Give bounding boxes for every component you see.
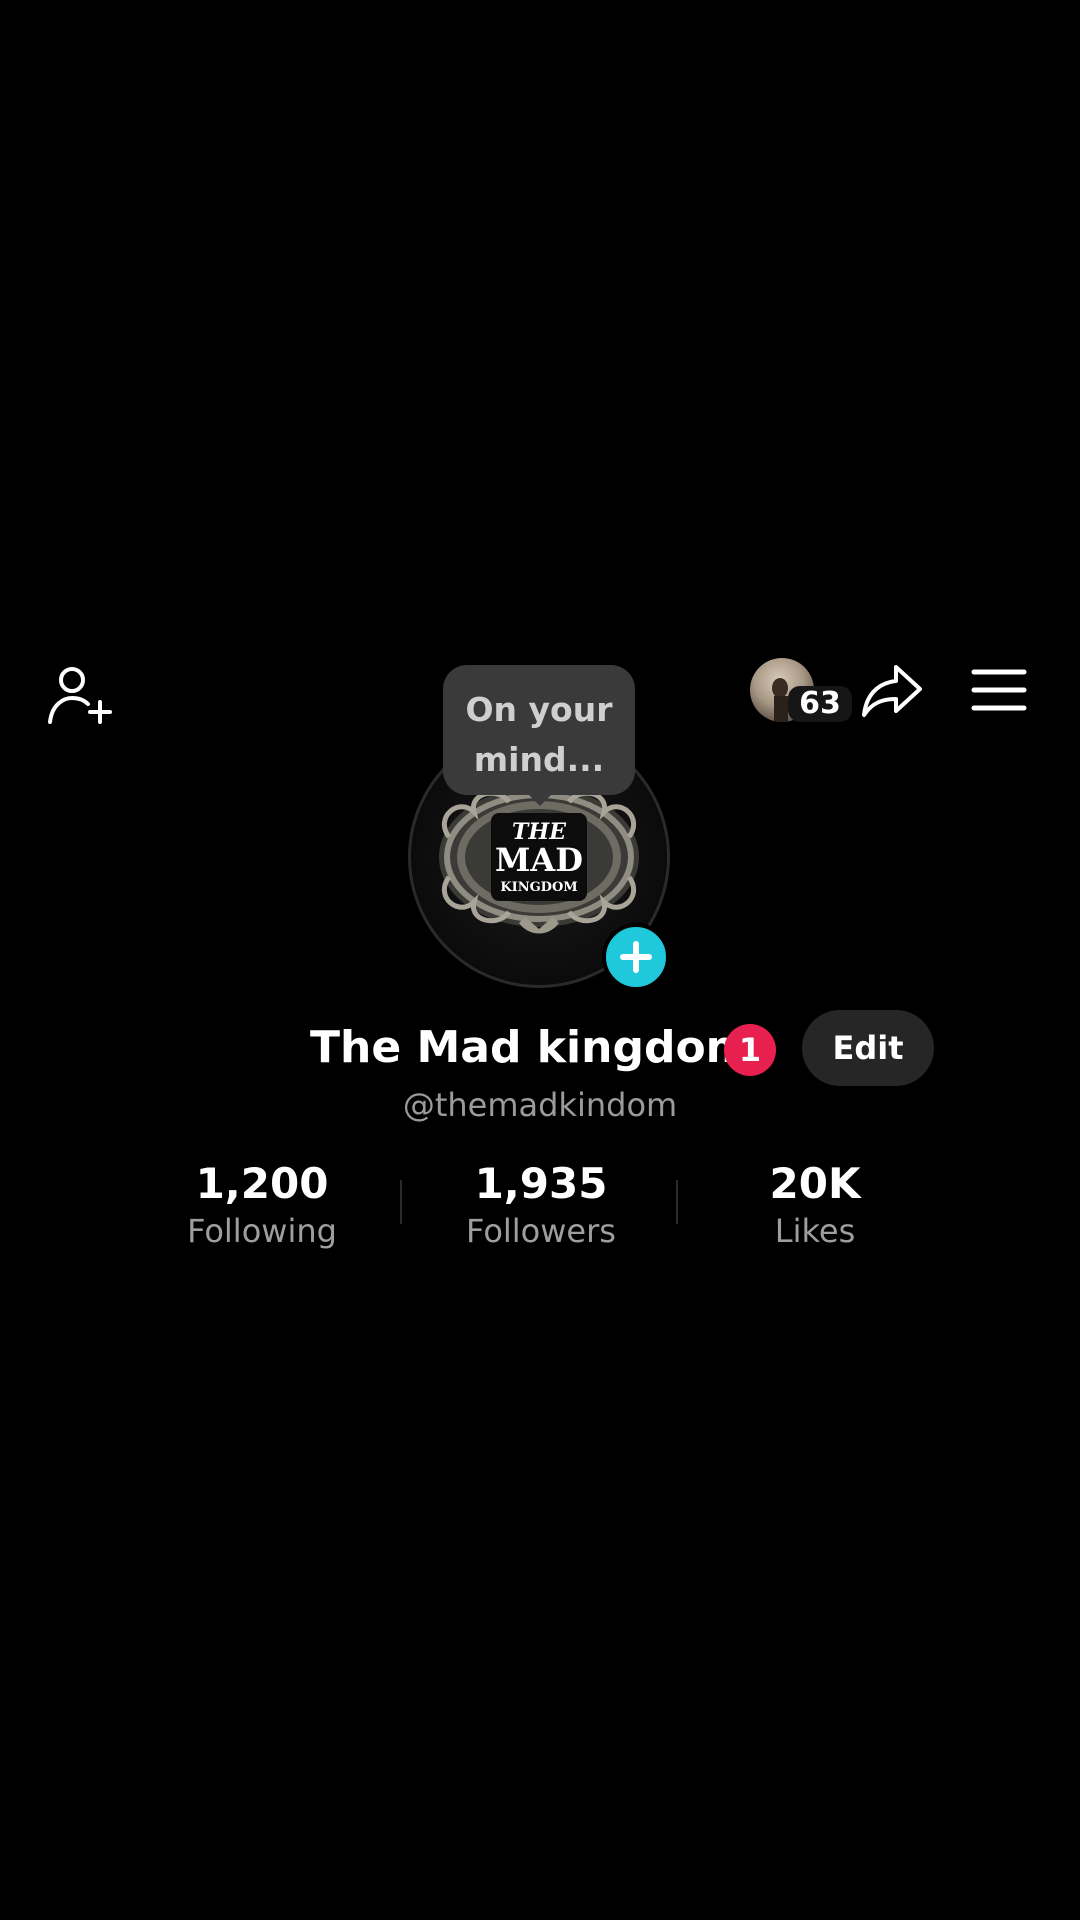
note-line-2: mind...: [473, 740, 605, 779]
add-friend-button[interactable]: [36, 656, 122, 736]
edit-profile-button[interactable]: Edit: [802, 1010, 934, 1086]
stat-divider: [400, 1180, 402, 1224]
stat-divider: [676, 1180, 678, 1224]
stat-followers[interactable]: 1,935 Followers: [421, 1158, 661, 1252]
share-arrow-icon: [862, 665, 922, 717]
stat-label: Likes: [774, 1212, 856, 1250]
stat-label: Following: [187, 1212, 337, 1250]
stat-value: 1,935: [474, 1159, 608, 1208]
notification-badge[interactable]: 1: [724, 1024, 776, 1076]
stat-likes[interactable]: 20K Likes: [695, 1158, 935, 1252]
add-story-button[interactable]: [602, 923, 670, 991]
logo-text-kingdom: KINGDOM: [500, 880, 577, 895]
note-line-1: On your: [465, 690, 613, 729]
add-person-icon: [48, 667, 112, 724]
profile-visitors-button[interactable]: 63: [748, 656, 852, 728]
note-bubble[interactable]: On your mind...: [443, 665, 635, 795]
stat-label: Followers: [466, 1212, 616, 1250]
visitor-count: 63: [788, 686, 852, 722]
stat-value: 1,200: [195, 1159, 329, 1208]
logo-text-mad: MAD: [495, 841, 583, 879]
hamburger-menu-icon: [971, 669, 1027, 711]
stat-value: 20K: [769, 1159, 861, 1208]
plus-icon: [620, 941, 652, 973]
share-button[interactable]: [856, 656, 928, 726]
menu-button[interactable]: [966, 660, 1032, 720]
stat-following[interactable]: 1,200 Following: [142, 1158, 382, 1252]
username: @themadkindom: [402, 1086, 678, 1124]
display-name: The Mad kingdom: [310, 1022, 752, 1073]
note-bubble-tail: [526, 792, 554, 806]
